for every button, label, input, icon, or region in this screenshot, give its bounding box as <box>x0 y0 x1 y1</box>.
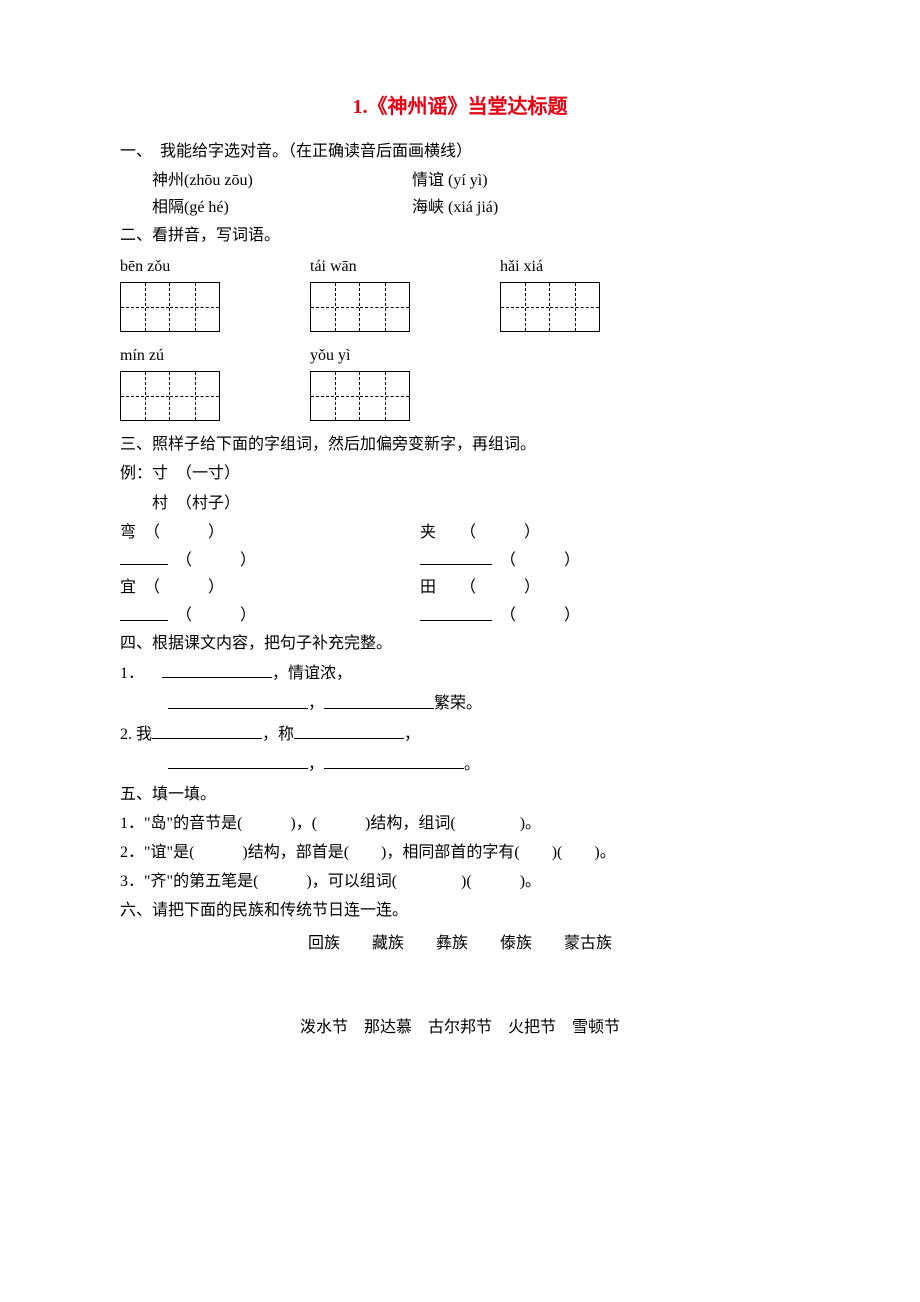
s4-l1-tail: ，情谊浓， <box>272 665 352 682</box>
s2-py-1: bēn zǒu <box>120 253 310 280</box>
s3-row-4a: （ ） <box>120 601 420 629</box>
s4-line-2: 2. 我 ，称 ， <box>120 720 800 748</box>
s6-bottom-line: 泼水节 那达慕 古尔邦节 火把节 雪顿节 <box>120 1014 800 1041</box>
s2-grid-row-2 <box>120 371 800 421</box>
s3-row-1a: 弯 （ ） <box>120 519 420 546</box>
s4-line-1b: ， 繁荣。 <box>120 689 800 717</box>
s3-example-2: 村 （村子） <box>120 490 800 517</box>
section-3-heading: 三、照样子给下面的字组词，然后加偏旁变新字，再组词。 <box>120 431 800 458</box>
s1-row-1: 神州(zhōu zōu) 情谊 (yí yì) <box>120 167 800 194</box>
s2-py-3: hǎi xiá <box>500 253 690 280</box>
s2-py-4: mín zú <box>120 342 310 369</box>
writing-grid[interactable] <box>120 282 220 332</box>
s1-row-2-left: 相隔(gé hé) <box>152 194 412 221</box>
s3-example-1: 例：寸 （一寸） <box>120 460 800 487</box>
s5-item-2: 2．"谊"是( )结构，部首是( )，相同部首的字有( )( )。 <box>120 839 800 866</box>
s5-item-3: 3．"齐"的第五笔是( )，可以组词( )( )。 <box>120 868 800 895</box>
s4-line-3: ，。 <box>120 750 800 778</box>
s3-row-4b: （ ） <box>420 601 580 629</box>
writing-grid[interactable] <box>310 282 410 332</box>
s2-py-5: yǒu yì <box>310 342 500 369</box>
s3-row-3a: 宜 （ ） <box>120 574 420 601</box>
s4-l2-mid: ，称 <box>262 726 294 743</box>
s4-l1-num: 1． <box>120 665 144 682</box>
writing-grid[interactable] <box>120 371 220 421</box>
s1-row-1-left: 神州(zhōu zōu) <box>152 167 412 194</box>
s1-row-2-right: 海峡 (xiá jiá) <box>412 194 498 221</box>
section-6-heading: 六、请把下面的民族和传统节日连一连。 <box>120 897 800 924</box>
s4-l2-num: 2. 我 <box>120 726 152 743</box>
s2-grid-row-1 <box>120 282 800 332</box>
s3-row-2a: （ ） <box>120 546 420 574</box>
s3-row-4: （ ） （ ） <box>120 601 800 629</box>
s2-py-2: tái wān <box>310 253 500 280</box>
s3-row-1: 弯 （ ） 夹 （ ） <box>120 519 800 546</box>
s6-top-line: 回族 藏族 彝族 傣族 蒙古族 <box>120 930 800 957</box>
s3-row-2: （ ） （ ） <box>120 546 800 574</box>
s4-l3-mid: ， <box>308 756 324 773</box>
s3-row-1b: 夹 （ ） <box>420 519 540 546</box>
s1-row-1-right: 情谊 (yí yì) <box>412 167 488 194</box>
writing-grid[interactable] <box>500 282 600 332</box>
section-1-heading: 一、 我能给字选对音。（在正确读音后面画横线） <box>120 138 800 165</box>
section-2-heading: 二、看拼音，写词语。 <box>120 222 800 249</box>
page-title: 1.《神州谣》当堂达标题 <box>120 90 800 124</box>
s3-row-3: 宜 （ ） 田 （ ） <box>120 574 800 601</box>
writing-grid[interactable] <box>310 371 410 421</box>
s3-row-3b: 田 （ ） <box>420 574 540 601</box>
s2-pinyin-row-2: mín zú yǒu yì <box>120 342 800 369</box>
s3-row-2b: （ ） <box>420 546 580 574</box>
s5-item-1: 1．"岛"的音节是( )，( )结构，组词( )。 <box>120 810 800 837</box>
s4-l3-end: 。 <box>464 756 480 773</box>
s4-l2-end: ， <box>404 726 420 743</box>
section-4-heading: 四、根据课文内容，把句子补充完整。 <box>120 630 800 657</box>
s2-pinyin-row-1: bēn zǒu tái wān hǎi xiá <box>120 253 800 280</box>
section-5-heading: 五、填一填。 <box>120 781 800 808</box>
s1-row-2: 相隔(gé hé) 海峡 (xiá jiá) <box>120 194 800 221</box>
s4-l1b-tail: 繁荣。 <box>434 696 482 713</box>
s4-line-1: 1． ，情谊浓， <box>120 659 800 687</box>
s4-l1b-mid: ， <box>308 696 324 713</box>
